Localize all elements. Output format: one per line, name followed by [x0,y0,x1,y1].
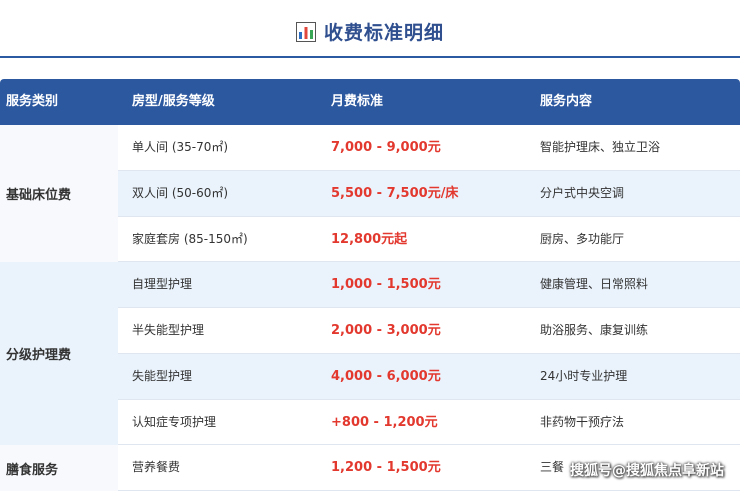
column-header-content: 服务内容 [540,94,593,109]
content-cell: 厨房、多功能厅 [540,231,625,246]
table-row: 认知症专项护理 +800 - 1,200元 非药物干预疗法 [118,399,740,446]
table-row: 双人间 (50-60㎡) 5,500 - 7,500元/床 分户式中央空调 [118,170,740,217]
table-row: 失能型护理 4,000 - 6,000元 24小时专业护理 [118,353,740,400]
page-title: 收费标准明细 [323,22,444,44]
group-care-fee: 分级护理费 自理型护理 1,000 - 1,500元 健康管理、日常照料 半失能… [0,262,740,446]
table-row: 单人间 (35-70㎡) 7,000 - 9,000元 智能护理床、独立卫浴 [118,125,740,171]
level-cell: 自理型护理 [132,277,193,292]
content-cell: 三餐 [540,460,565,475]
content-cell: 健康管理、日常照料 [540,277,649,292]
table-header: 服务类别 房型/服务等级 月费标准 服务内容 [0,79,740,125]
level-cell: 半失能型护理 [132,323,205,337]
content-cell: 分户式中央空调 [540,185,625,200]
watermark: 搜狐号@搜狐焦点阜新站 [570,463,724,479]
category-cell: 基础床位费 [0,125,118,263]
category-cell: 分级护理费 [0,262,118,446]
title-wrap: 收费标准明细 [0,18,740,45]
level-cell: 家庭套房 (85-150㎡) [132,231,248,246]
price-cell: 12,800元起 [331,231,408,247]
content-cell: 24小时专业护理 [540,368,628,383]
level-cell: 双人间 (50-60㎡) [132,185,229,200]
level-cell: 单人间 (35-70㎡) [132,140,229,154]
level-cell: 认知症专项护理 [132,414,217,429]
table-row: 家庭套房 (85-150㎡) 12,800元起 厨房、多功能厅 [118,216,740,263]
price-cell: 1,000 - 1,500元 [331,277,441,293]
category-cell: 膳食服务 [0,445,118,491]
column-header-category: 服务类别 [6,94,59,109]
column-header-price: 月费标准 [331,94,384,109]
title-bar: 收费标准明细 [0,0,740,58]
price-cell: 1,200 - 1,500元 [331,460,441,476]
content-cell: 助浴服务、康复训练 [540,323,649,337]
table-row: 半失能型护理 2,000 - 3,000元 助浴服务、康复训练 [118,308,740,354]
group-basic-bed-fee: 基础床位费 单人间 (35-70㎡) 7,000 - 9,000元 智能护理床、… [0,125,740,263]
price-cell: +800 - 1,200元 [331,414,438,430]
bar-chart-icon [295,22,316,42]
level-cell: 失能型护理 [132,368,193,383]
table-row: 自理型护理 1,000 - 1,500元 健康管理、日常照料 [118,262,740,308]
content-cell: 智能护理床、独立卫浴 [540,140,661,154]
price-cell: 7,000 - 9,000元 [331,140,441,155]
price-cell: 5,500 - 7,500元/床 [331,185,459,201]
level-cell: 营养餐费 [132,460,181,475]
fee-table: 服务类别 房型/服务等级 月费标准 服务内容 基础床位费 单人间 (35-70㎡… [0,79,740,491]
column-header-level: 房型/服务等级 [132,94,215,109]
price-cell: 2,000 - 3,000元 [331,323,441,338]
price-cell: 4,000 - 6,000元 [331,368,441,384]
content-cell: 非药物干预疗法 [540,414,625,429]
